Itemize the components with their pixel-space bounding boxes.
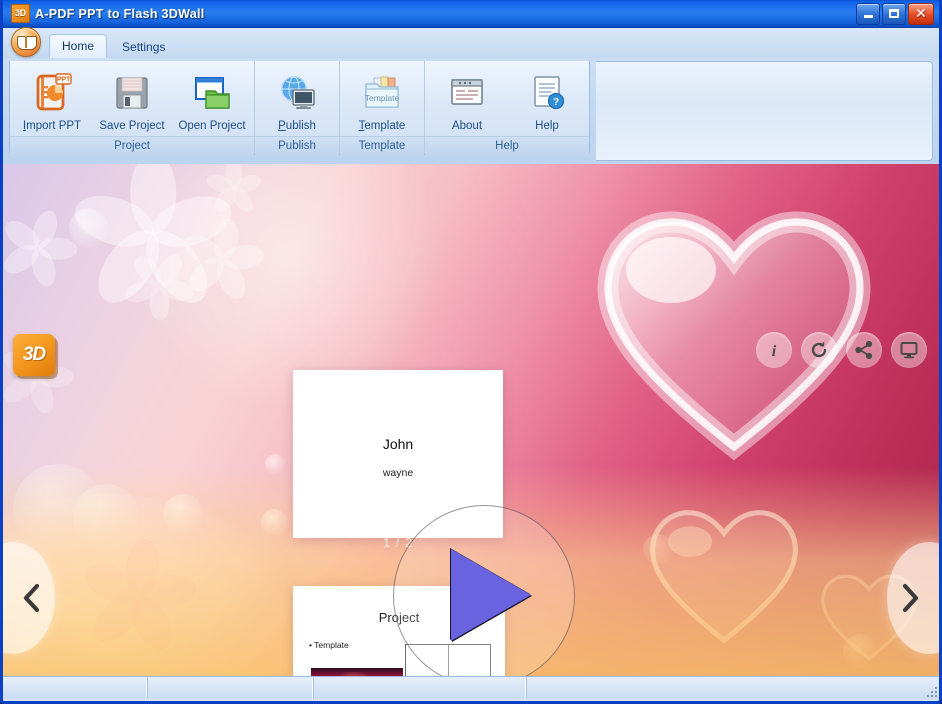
ribbon-group-publish: Publish Publish [255, 61, 340, 156]
share-button[interactable] [846, 332, 882, 368]
minimize-button[interactable] [856, 2, 880, 25]
svg-text:?: ? [553, 97, 559, 108]
slide-1-subtitle: wayne [382, 467, 414, 479]
open-folder-icon [192, 71, 232, 115]
flower-decoration [204, 164, 264, 216]
save-project-label: Save Project [99, 120, 165, 132]
ribbon-panel-row: PPT Import PPT Save Project Open Project… [3, 58, 939, 164]
window-title: A-PDF PPT to Flash 3DWall [35, 6, 205, 21]
refresh-icon [808, 339, 830, 361]
bokeh-circle [843, 634, 877, 668]
info-button[interactable]: i [756, 332, 792, 368]
3d-badge[interactable]: 3D [13, 334, 55, 376]
background-glow-top [123, 164, 453, 404]
maximize-icon [889, 9, 899, 18]
close-button[interactable]: ✕ [908, 2, 934, 25]
fullscreen-button[interactable] [891, 332, 927, 368]
resize-grip-icon[interactable] [923, 683, 937, 697]
bokeh-circle [163, 494, 203, 534]
ribbon-group-publish-buttons: Publish [255, 61, 339, 136]
template-folder-icon: Template [361, 71, 403, 115]
ribbon-empty-area [596, 61, 933, 161]
help-label: Help [535, 120, 559, 132]
tab-home[interactable]: Home [49, 34, 108, 58]
share-icon [853, 339, 875, 361]
sunset-volcano-photo [311, 668, 403, 676]
window-controls: ✕ [856, 2, 935, 25]
info-icon: i [763, 339, 785, 361]
floppy-disk-icon [112, 71, 152, 115]
minimize-icon [863, 15, 873, 18]
publish-button[interactable]: Publish [258, 64, 336, 136]
bokeh-circle [643, 534, 673, 564]
ribbon-group-label-publish: Publish [255, 135, 339, 156]
bokeh-circle [261, 509, 287, 535]
ribbon-group-label-project: Project [10, 135, 254, 156]
ribbon-group-label-help: Help [425, 135, 589, 156]
ribbon-group-template-buttons: Template Template [340, 61, 424, 136]
open-project-button[interactable]: Open Project [173, 64, 251, 136]
bokeh-circle [265, 454, 285, 474]
status-bar [3, 676, 939, 699]
ribbon: Home Settings PPT Import PPT Save Projec… [3, 27, 939, 164]
fullscreen-icon [898, 339, 920, 361]
refresh-button[interactable] [801, 332, 837, 368]
open-project-label: Open Project [178, 120, 246, 132]
import-ppt-button[interactable]: PPT Import PPT [13, 64, 91, 136]
app-icon: 3D [11, 4, 30, 23]
status-cell-2 [147, 677, 313, 699]
template-button[interactable]: Template Template [343, 64, 421, 136]
flower-decoration [78, 536, 199, 657]
play-triangle-icon [451, 549, 531, 641]
svg-text:PPT: PPT [57, 77, 71, 84]
bokeh-circle [69, 208, 109, 248]
publish-label: Publish [278, 120, 316, 132]
close-icon: ✕ [915, 5, 927, 22]
chevron-left-icon [19, 581, 45, 615]
globe-monitor-icon [277, 71, 317, 115]
heart-decoration [639, 494, 809, 664]
chevron-right-icon [897, 581, 923, 615]
ribbon-group-label-template: Template [340, 135, 424, 156]
play-button[interactable] [393, 505, 575, 676]
bokeh-circle [13, 464, 103, 554]
prev-slide-button[interactable] [3, 542, 55, 654]
save-project-button[interactable]: Save Project [93, 64, 171, 136]
import-ppt-label: Import PPT [22, 120, 82, 132]
about-button[interactable]: About [428, 64, 506, 136]
slide-1-title: John [382, 436, 414, 452]
template-label: Template [358, 120, 406, 132]
preview-stage: 3D i John wayne 1 / 2 Project • Template [3, 164, 939, 676]
ribbon-panel: PPT Import PPT Save Project Open Project… [9, 61, 590, 156]
book-logo-icon[interactable] [11, 27, 41, 57]
flower-decoration [3, 207, 78, 289]
ribbon-group-template: Template Template Template [340, 61, 425, 156]
flower-decoration [179, 216, 266, 304]
preview-toolbar: i [756, 332, 927, 368]
status-cell-1 [3, 677, 147, 699]
status-cell-3 [313, 677, 526, 699]
help-button[interactable]: ? Help [508, 64, 586, 136]
ribbon-tab-row: Home Settings [3, 27, 939, 58]
slide-2-bullet: • Template [309, 640, 349, 650]
maximize-button[interactable] [882, 2, 906, 25]
ribbon-group-help-buttons: About ? Help [425, 61, 589, 136]
ribbon-group-project-buttons: PPT Import PPT Save Project Open Project [10, 61, 254, 136]
ribbon-group-help: About ? Help Help [425, 61, 589, 156]
help-document-icon: ? [527, 71, 567, 115]
svg-text:i: i [772, 343, 777, 360]
about-label: About [451, 120, 483, 132]
flower-decoration [122, 250, 196, 321]
status-cell-4 [526, 677, 923, 699]
ppt-document-icon: PPT [31, 71, 73, 115]
ribbon-group-project: PPT Import PPT Save Project Open Project… [10, 61, 255, 156]
flower-decoration [68, 164, 238, 314]
svg-text:Template: Template [365, 93, 400, 103]
bokeh-circle [73, 484, 139, 550]
application-window: 3D A-PDF PPT to Flash 3DWall ✕ Home Sett… [0, 0, 942, 704]
title-bar: 3D A-PDF PPT to Flash 3DWall ✕ [3, 0, 939, 28]
next-slide-button[interactable] [887, 542, 939, 654]
about-window-icon [447, 71, 487, 115]
tab-settings[interactable]: Settings [109, 36, 178, 58]
